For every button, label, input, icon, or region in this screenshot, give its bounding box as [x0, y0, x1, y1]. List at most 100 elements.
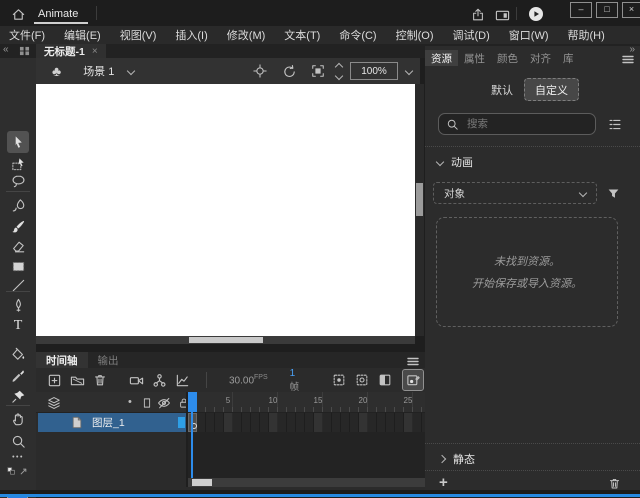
lasso-tool[interactable]: [7, 170, 29, 192]
onion-skin-outline-icon[interactable]: [352, 370, 372, 390]
menu-help[interactable]: 帮助(H): [567, 26, 606, 44]
stage-canvas[interactable]: [36, 84, 415, 336]
stage-vertical-scrollbar[interactable]: [415, 84, 424, 336]
assets-panel-menu-icon[interactable]: [622, 55, 634, 64]
app-tab[interactable]: Animate: [34, 5, 82, 23]
new-layer-icon[interactable]: [44, 370, 64, 390]
fps-readout[interactable]: 30.00FPS: [229, 374, 268, 386]
menu-window[interactable]: 窗口(W): [508, 26, 550, 44]
menu-control[interactable]: 控制(O): [395, 26, 435, 44]
graph-editor-icon[interactable]: [172, 370, 192, 390]
zoom-preset-chevron-icon[interactable]: [405, 67, 413, 75]
new-folder-icon[interactable]: [67, 370, 87, 390]
list-view-icon[interactable]: [606, 116, 624, 132]
object-filter-dropdown[interactable]: 对象: [433, 182, 597, 204]
parent-view-icon[interactable]: [149, 370, 169, 390]
timeline-panel-menu-icon[interactable]: [407, 357, 419, 366]
selection-tool[interactable]: [7, 131, 29, 153]
fluid-brush-tool[interactable]: [7, 194, 29, 216]
eraser-tool[interactable]: [7, 235, 29, 257]
tab-timeline[interactable]: 时间轴: [36, 352, 88, 368]
menu-text[interactable]: 文本(T): [283, 26, 321, 44]
menu-commands[interactable]: 命令(C): [338, 26, 377, 44]
current-frame-readout[interactable]: 1 帧: [290, 367, 300, 393]
home-icon[interactable]: [8, 5, 28, 23]
add-asset-button[interactable]: +: [439, 474, 448, 491]
playhead-marker[interactable]: [188, 392, 197, 412]
menu-insert[interactable]: 插入(I): [174, 26, 208, 44]
tab-library[interactable]: 库: [557, 50, 580, 66]
static-section-header[interactable]: 静态: [439, 451, 475, 467]
scene-chevron-icon[interactable]: [127, 67, 135, 75]
device-preview-icon[interactable]: [492, 7, 512, 23]
pen-tool[interactable]: [7, 294, 29, 316]
share-icon[interactable]: [468, 7, 488, 23]
layer-name[interactable]: 图层_1: [92, 415, 125, 430]
tab-align-label: 对齐: [530, 51, 551, 66]
zoom-stepper[interactable]: [336, 64, 342, 79]
tab-assets[interactable]: 资源: [425, 50, 458, 66]
stage-vscroll-thumb[interactable]: [416, 183, 423, 216]
zoom-level-input[interactable]: 100%: [350, 62, 398, 80]
document-tab[interactable]: 无标题-1 ×: [36, 44, 106, 58]
eyedropper-tool[interactable]: [7, 365, 29, 387]
frames-track[interactable]: [188, 413, 425, 432]
delete-asset-icon[interactable]: [606, 475, 622, 491]
insert-keyframe-icon[interactable]: [403, 370, 423, 390]
search-input[interactable]: [465, 117, 595, 131]
animation-section-header[interactable]: 动画: [437, 154, 473, 170]
test-movie-icon[interactable]: [526, 6, 546, 22]
custom-assets-button[interactable]: 自定义: [524, 78, 579, 101]
collapse-toolbar-icon[interactable]: «: [3, 44, 9, 55]
menu-view[interactable]: 视图(V): [119, 26, 158, 44]
highlight-dot-icon[interactable]: •: [128, 396, 132, 408]
stage-hscroll-thumb[interactable]: [189, 337, 263, 343]
tab-color[interactable]: 颜色: [491, 50, 524, 66]
timeline-toolbar-divider: [206, 372, 207, 388]
menu-debug[interactable]: 调试(D): [452, 26, 491, 44]
filter-icon[interactable]: [604, 185, 622, 201]
delete-layer-icon[interactable]: [90, 370, 110, 390]
menu-modify[interactable]: 修改(M): [226, 26, 267, 44]
paint-bucket-tool[interactable]: [7, 343, 29, 365]
asset-warp-tool[interactable]: [7, 385, 29, 407]
zoom-step-up-icon[interactable]: [335, 62, 343, 70]
layer-row[interactable]: 图层_1: [38, 413, 186, 432]
rotate-stage-icon[interactable]: [279, 64, 299, 79]
tab-output[interactable]: 输出: [88, 352, 129, 368]
scene-name[interactable]: 场景 1: [83, 63, 114, 79]
clip-content-icon[interactable]: [308, 64, 328, 78]
text-tool[interactable]: T: [7, 315, 29, 337]
tab-align[interactable]: 对齐: [524, 50, 557, 66]
line-tool[interactable]: [7, 274, 29, 296]
timeline-hscroll-thumb[interactable]: [192, 479, 212, 486]
tab-properties[interactable]: 属性: [458, 50, 491, 66]
edit-symbols-icon[interactable]: ♣: [52, 63, 61, 79]
zoom-step-down-icon[interactable]: [335, 71, 343, 79]
outline-view-icon[interactable]: [140, 396, 154, 410]
timeline-horizontal-scrollbar[interactable]: [188, 478, 425, 487]
edit-multiple-frames-icon[interactable]: [375, 370, 395, 390]
center-stage-icon[interactable]: [250, 64, 270, 78]
frames-empty-area[interactable]: [188, 432, 425, 478]
zoom-tool[interactable]: [7, 430, 29, 452]
maximize-button[interactable]: □: [596, 2, 618, 18]
document-close-icon[interactable]: ×: [92, 46, 98, 57]
classic-brush-tool[interactable]: [7, 215, 29, 237]
minimize-button[interactable]: –: [570, 2, 592, 18]
edit-toolbar-button[interactable]: •••: [7, 450, 29, 464]
hand-tool[interactable]: [7, 408, 29, 430]
menu-edit[interactable]: 编辑(E): [63, 26, 102, 44]
menu-file[interactable]: 文件(F): [8, 26, 46, 44]
stage-horizontal-scrollbar[interactable]: [36, 336, 415, 344]
add-camera-icon[interactable]: [126, 370, 146, 390]
onion-skin-icon[interactable]: [329, 370, 349, 390]
asset-search-field[interactable]: [438, 113, 596, 135]
default-swap-colors-icons[interactable]: [7, 464, 29, 478]
toolbar-grid-handle-icon[interactable]: [19, 46, 30, 56]
hide-layers-icon[interactable]: [156, 396, 172, 410]
default-assets-button[interactable]: 默认: [483, 78, 521, 101]
close-button[interactable]: ×: [622, 2, 640, 18]
frame-ruler[interactable]: 5 10 15 20 25: [188, 392, 425, 412]
layer-outline-color-swatch[interactable]: [178, 417, 185, 428]
